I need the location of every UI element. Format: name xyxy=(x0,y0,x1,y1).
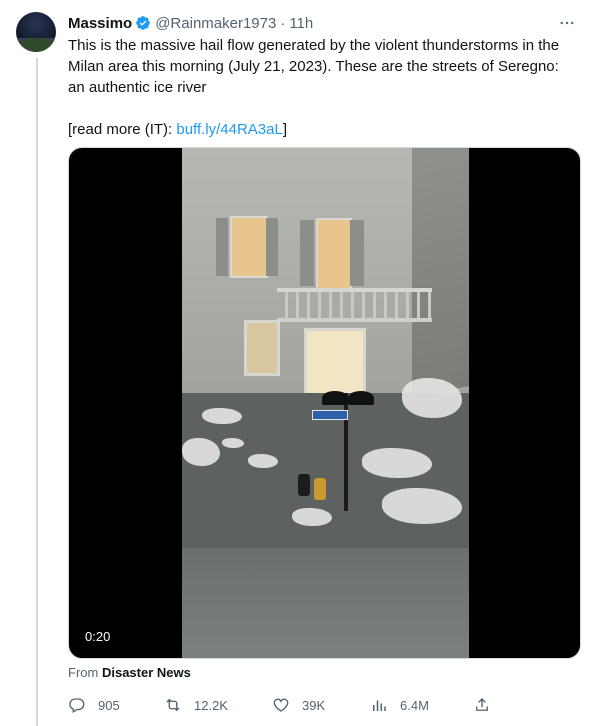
share-button[interactable] xyxy=(473,694,491,716)
street-lamp xyxy=(348,391,374,405)
hail-patch xyxy=(292,508,332,526)
retweet-icon xyxy=(166,698,180,712)
video-timer: 0:20 xyxy=(85,629,111,644)
window-shutter xyxy=(350,220,364,286)
trash-bin xyxy=(298,474,310,496)
source-attribution: From Disaster News xyxy=(68,665,191,680)
reply-button[interactable]: 905 xyxy=(68,694,120,716)
readmore-prefix: [read more (IT): xyxy=(68,121,177,138)
author-handle[interactable]: @Rainmaker1973 xyxy=(155,15,276,32)
retweet-count: 12.2K xyxy=(194,697,228,713)
author-name[interactable]: Massimo xyxy=(68,15,132,32)
hail-patch xyxy=(202,408,242,424)
balcony xyxy=(277,288,432,322)
like-button[interactable]: 39K xyxy=(272,694,325,716)
reply-count: 905 xyxy=(98,697,120,713)
avatar[interactable] xyxy=(16,12,56,52)
street-sign xyxy=(312,410,348,420)
share-icon xyxy=(476,698,488,711)
building-side xyxy=(412,148,469,398)
source-prefix: From xyxy=(68,665,99,680)
tweet-text: This is the massive hail flow generated … xyxy=(68,35,573,140)
reply-icon xyxy=(69,698,85,713)
trash-bin xyxy=(314,478,326,500)
readmore-suffix: ] xyxy=(282,121,287,138)
views-button[interactable]: 6.4M xyxy=(370,694,429,716)
avatar-hill xyxy=(16,38,56,52)
window-shutter xyxy=(300,220,314,286)
analytics-icon xyxy=(373,700,386,711)
more-dots-icon xyxy=(560,21,574,25)
window-shutter xyxy=(216,218,228,276)
window-lit xyxy=(316,218,352,290)
view-count: 6.4M xyxy=(400,697,429,713)
more-options-icon[interactable] xyxy=(556,12,578,34)
hail-patch xyxy=(182,438,220,466)
readmore-link[interactable]: buff.ly/44RA3aL xyxy=(176,121,282,138)
tweet-actions: 905 12.2K 39K 6.4M xyxy=(68,694,498,716)
thread-line xyxy=(36,58,38,726)
shop-window xyxy=(244,320,280,376)
retweet-button[interactable]: 12.2K xyxy=(164,694,228,716)
like-count: 39K xyxy=(302,697,326,713)
hail-patch xyxy=(382,488,462,524)
street-lamp xyxy=(322,391,348,405)
hail-patch xyxy=(362,448,432,478)
video-player[interactable]: 0:20 xyxy=(68,147,581,659)
hail-patch xyxy=(248,454,278,468)
heart-icon xyxy=(273,698,289,712)
sidewalk xyxy=(182,548,469,658)
window-lit xyxy=(230,216,268,278)
video-frame xyxy=(182,148,469,658)
tweet-header: Massimo @Rainmaker1973 · 11h xyxy=(68,12,578,34)
window-shutter xyxy=(266,218,278,276)
readmore-line: [read more (IT): buff.ly/44RA3aL] xyxy=(68,119,573,140)
separator: · xyxy=(280,14,286,32)
tweet-body: This is the massive hail flow generated … xyxy=(68,37,560,96)
timestamp[interactable]: 11h xyxy=(289,15,313,32)
verified-badge-icon xyxy=(136,16,151,30)
hail-patch xyxy=(402,378,462,418)
source-name[interactable]: Disaster News xyxy=(102,665,191,680)
hail-patch xyxy=(222,438,244,448)
